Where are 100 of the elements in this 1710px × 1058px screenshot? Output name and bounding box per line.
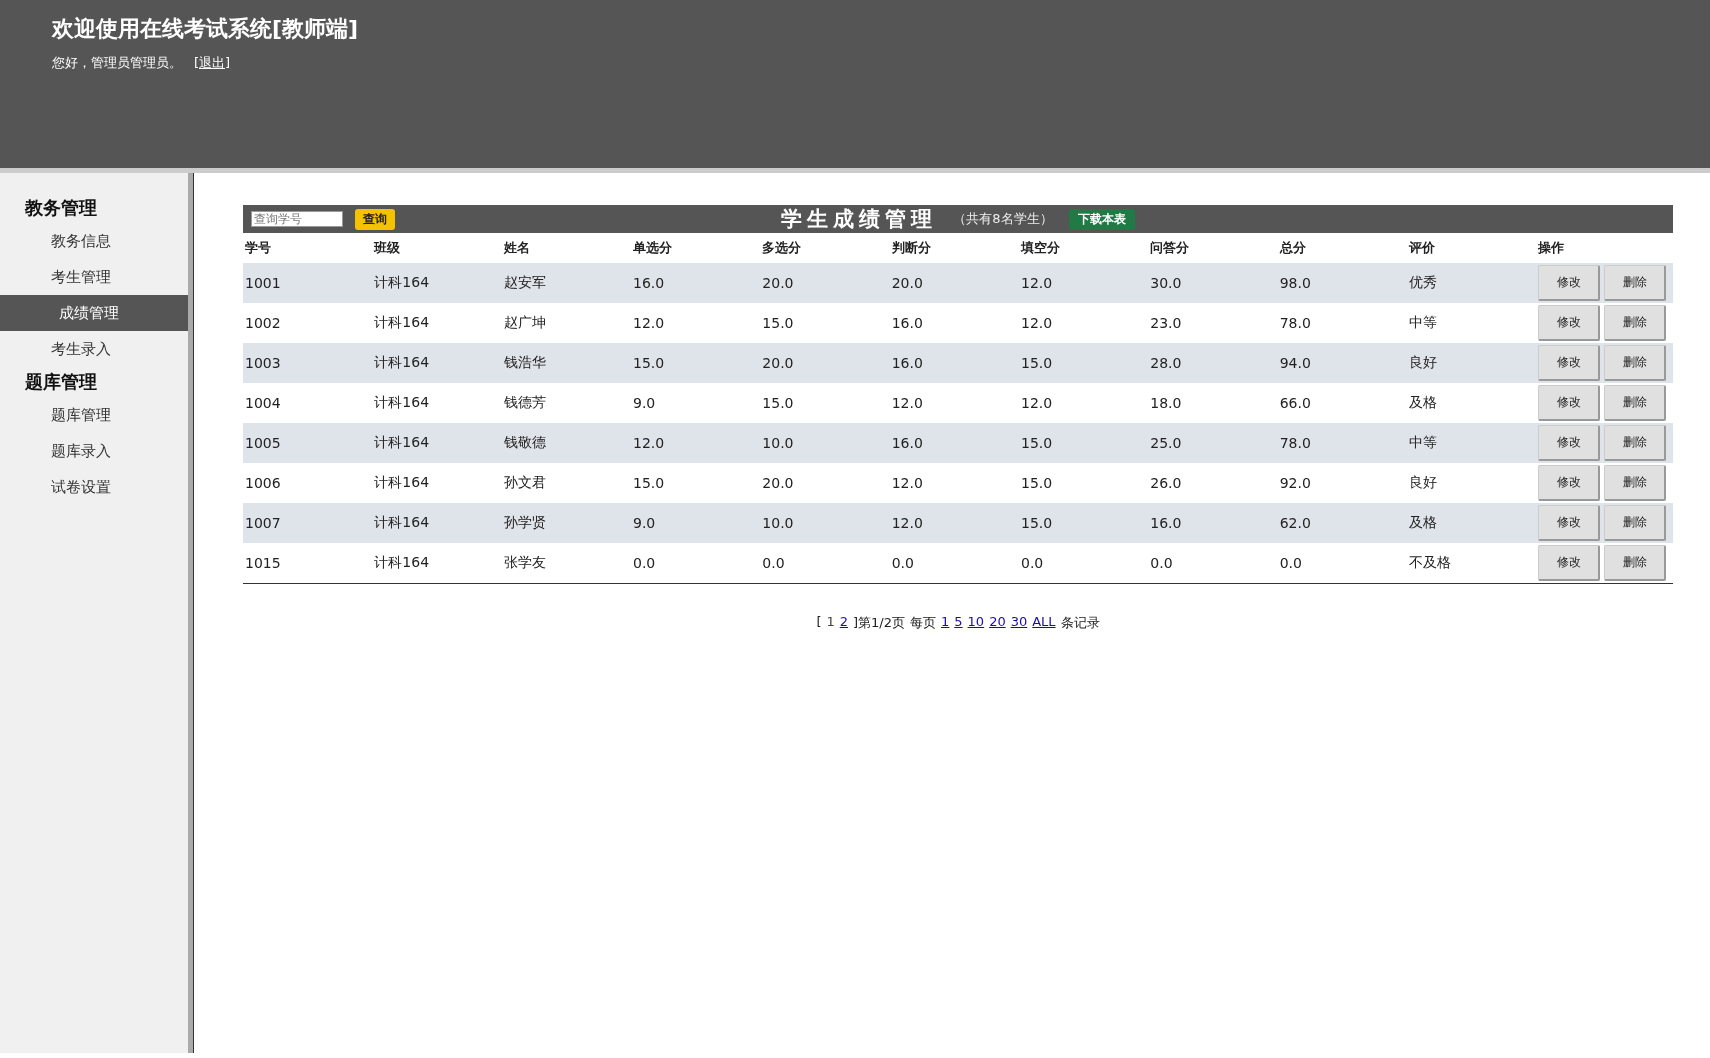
column-header: 班级 [372,233,502,263]
table-cell: 15.0 [760,303,890,343]
table-cell: 18.0 [1148,383,1278,423]
page-size-link[interactable]: 20 [989,614,1006,632]
page-info: ]第1/2页 [853,614,905,632]
table-cell: 1002 [243,303,373,343]
table-cell: 计科164 [372,503,502,543]
page-size-link[interactable]: 10 [967,614,985,632]
table-cell: 12.0 [1018,263,1149,303]
page-size-link[interactable]: ALL [1032,614,1056,632]
table-cell: 16.0 [889,303,1019,343]
table-cell: 9.0 [631,503,761,543]
table-cell: 78.0 [1277,423,1407,463]
table-cell: 15.0 [1018,343,1149,383]
table-cell: 1015 [243,543,373,584]
delete-button[interactable]: 删除 [1604,345,1667,381]
edit-button[interactable]: 修改 [1538,305,1601,341]
menu-item[interactable]: 试卷设置 [0,469,188,505]
table-cell: 优秀 [1406,263,1537,303]
delete-button[interactable]: 删除 [1604,425,1667,461]
table-cell: 0.0 [1148,543,1278,584]
menu-item[interactable]: 题库录入 [0,433,188,469]
table-cell: 92.0 [1277,463,1407,503]
delete-button[interactable]: 删除 [1604,265,1667,301]
table-cell: 20.0 [760,463,890,503]
delete-button[interactable]: 删除 [1604,385,1667,421]
greeting-text: 您好，管理员管理员。 [52,54,182,72]
menu-group-title: 题库管理 [24,370,98,394]
menu-item[interactable]: 教务信息 [0,223,188,259]
column-header: 操作 [1536,233,1673,263]
column-header: 总分 [1277,233,1407,263]
table-cell: 孙学贤 [501,503,631,543]
page-size-link[interactable]: 30 [1010,614,1028,632]
table-cell: 15.0 [631,463,761,503]
table-title: 学生成绩管理 [781,206,938,233]
menu-item[interactable]: 题库管理 [0,397,188,433]
table-cell: 98.0 [1277,263,1407,303]
table-cell: 16.0 [889,423,1019,463]
table-cell: 中等 [1406,423,1537,463]
table-cell: 及格 [1406,383,1537,423]
table-cell: 1007 [243,503,373,543]
table-cell: 0.0 [889,543,1019,584]
table-cell: 计科164 [372,423,502,463]
delete-button[interactable]: 删除 [1604,545,1667,581]
table-cell: 0.0 [760,543,890,584]
table-cell: 0.0 [1018,543,1149,584]
download-button[interactable]: 下载本表 [1068,208,1135,230]
table-cell: 94.0 [1277,343,1407,383]
logout-link[interactable]: [退出] [194,54,231,72]
delete-button[interactable]: 删除 [1604,465,1667,501]
table-cell: 赵广坤 [501,303,631,343]
pager-text: [ [816,614,822,631]
edit-button[interactable]: 修改 [1538,505,1601,541]
table-cell: 0.0 [631,543,761,584]
menu-item[interactable]: 成绩管理 [0,295,188,331]
delete-button[interactable]: 删除 [1604,505,1667,541]
menu-item[interactable]: 考生录入 [0,331,188,367]
table-cell: 12.0 [631,303,761,343]
edit-button[interactable]: 修改 [1538,545,1601,581]
table-cell: 孙文君 [501,463,631,503]
table-cell: 中等 [1406,303,1537,343]
table-cell: 1003 [243,343,373,383]
table-cell: 计科164 [372,543,502,584]
menu-item[interactable]: 考生管理 [0,259,188,295]
edit-button[interactable]: 修改 [1538,465,1601,501]
search-field[interactable]: 查询学号 [251,211,343,227]
table-cell: 30.0 [1148,263,1278,303]
student-count: （共有8名学生） [953,210,1053,228]
column-header: 问答分 [1148,233,1278,263]
table-cell: 78.0 [1277,303,1407,343]
table-cell: 良好 [1406,343,1537,383]
edit-button[interactable]: 修改 [1538,345,1601,381]
column-header: 姓名 [501,233,631,263]
table-cell: 20.0 [760,343,890,383]
column-header: 学号 [243,233,373,263]
page-link[interactable]: 2 [839,614,848,632]
table-cell: 23.0 [1148,303,1278,343]
table-cell: 0.0 [1277,543,1407,584]
search-button[interactable]: 查询 [355,208,395,230]
edit-button[interactable]: 修改 [1538,385,1601,421]
edit-button[interactable]: 修改 [1538,425,1601,461]
column-header: 填空分 [1018,233,1149,263]
per-page-label: 每页 [910,614,936,632]
table-cell: 计科164 [372,303,502,343]
table-cell: 16.0 [1148,503,1278,543]
table-cell: 20.0 [760,263,890,303]
edit-button[interactable]: 修改 [1538,265,1601,301]
records-label: 条记录 [1060,614,1100,632]
table-cell: 15.0 [760,383,890,423]
table-cell: 16.0 [631,263,761,303]
menu-group-title: 教务管理 [23,196,98,220]
current-page: 1 [826,614,835,631]
delete-button[interactable]: 删除 [1604,305,1667,341]
table-cell: 10.0 [760,423,890,463]
table-cell: 15.0 [631,343,761,383]
table-cell: 25.0 [1148,423,1278,463]
page-size-link[interactable]: 1 [941,614,950,632]
page-size-link[interactable]: 5 [954,614,963,632]
table-cell: 12.0 [631,423,761,463]
column-header: 单选分 [631,233,761,263]
